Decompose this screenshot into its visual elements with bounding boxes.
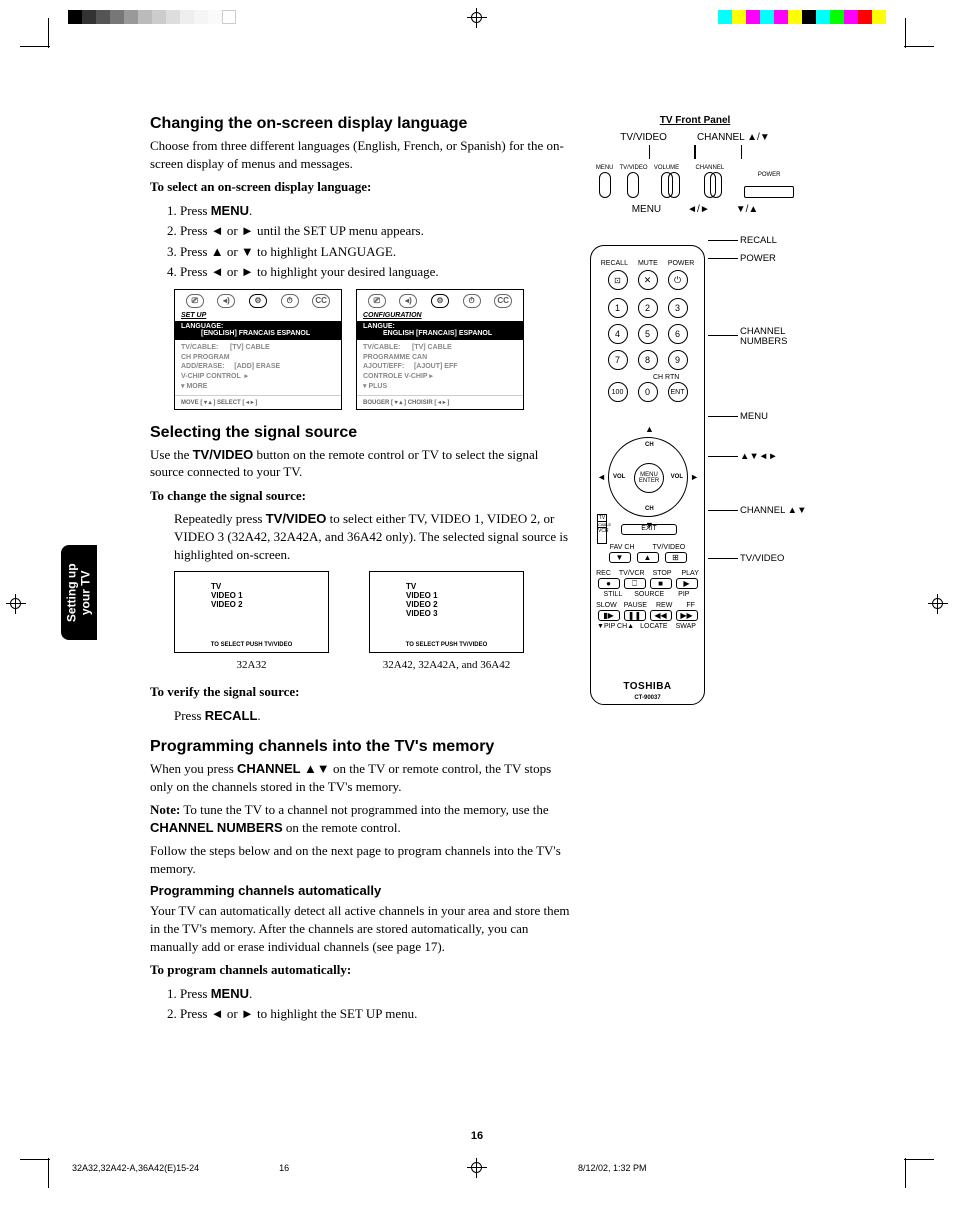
sig-caption-1: 32A32 [174, 659, 329, 671]
callout-recall: RECALL [740, 235, 777, 246]
prog-p4: Your TV can automatically detect all act… [150, 902, 570, 955]
callout-tvvideo: TV/VIDEO [740, 553, 784, 564]
callout-menu: MENU [740, 411, 768, 422]
intro-text: Choose from three different languages (E… [150, 137, 570, 172]
prog-p1: When you press CHANNEL ▲▼ on the TV or r… [150, 760, 570, 795]
registration-mark [467, 1158, 487, 1178]
callout-arrows: ▲▼◄► [740, 451, 778, 462]
callout-channel-numbers: CHANNEL NUMBERS [740, 327, 788, 348]
prog-note: Note: To tune the TV to a channel not pr… [150, 801, 570, 836]
front-panel-diagram: TV Front Panel TV/VIDEOCHANNEL ▲/▼ MENU … [580, 115, 810, 215]
section-tab: Setting upyour TV [61, 545, 97, 640]
prog-steps-title: To program channels automatically: [150, 961, 570, 979]
registration-mark [6, 594, 26, 614]
signal-body: Repeatedly press TV/VIDEO to select eith… [174, 510, 570, 563]
sig-caption-2: 32A42, 32A42A, and 36A42 [369, 659, 524, 671]
osd-english: ⎚◂)⚙⏱CC SET UP LANGUAGE:[ENGLISH] FRANCA… [174, 289, 342, 410]
prog-sub: Programming channels automatically [150, 883, 570, 898]
steps-list: Press MENU. Press ◄ or ► until the SET U… [180, 202, 570, 281]
callout-channel-ud: CHANNEL ▲▼ [740, 505, 807, 516]
registration-mark [467, 8, 487, 28]
steps-title: To select an on-screen display language: [150, 178, 570, 196]
power-button: ⏻ [668, 270, 688, 290]
footer-right: 8/12/02, 1:32 PM [578, 1163, 647, 1173]
registration-mark [928, 594, 948, 614]
remote-diagram: RECALLMUTEPOWER ⊡ ✕ ⏻ 123 456 789 CH RTN… [580, 245, 810, 705]
heading-language: Changing the on-screen display language [150, 115, 570, 133]
recall-button: ⊡ [608, 270, 628, 290]
signal-box-2: TVVIDEO 1VIDEO 2VIDEO 3 TO SELECT PUSH T… [369, 571, 524, 653]
footer-left: 32A32,32A42-A,36A42(E)15-2416 [72, 1163, 289, 1173]
signal-intro: Use the TV/VIDEO button on the remote co… [150, 446, 570, 481]
heading-signal: Selecting the signal source [150, 424, 570, 442]
prog-p3: Follow the steps below and on the next p… [150, 842, 570, 877]
signal-box-1: TVVIDEO 1VIDEO 2 TO SELECT PUSH TV/VIDEO [174, 571, 329, 653]
verify-body: Press RECALL. [174, 707, 570, 725]
mute-button: ✕ [638, 270, 658, 290]
verify-title: To verify the signal source: [150, 683, 570, 701]
callout-power: POWER [740, 253, 776, 264]
prog-steps: Press MENU. Press ◄ or ► to highlight th… [180, 985, 570, 1023]
page-number: 16 [0, 1130, 954, 1142]
signal-steps-title: To change the signal source: [150, 487, 570, 505]
heading-programming: Programming channels into the TV's memor… [150, 738, 570, 756]
osd-french: ⎚◂)⚙⏱CC CONFIGURATION LANGUE:ENGLISH [FR… [356, 289, 524, 410]
